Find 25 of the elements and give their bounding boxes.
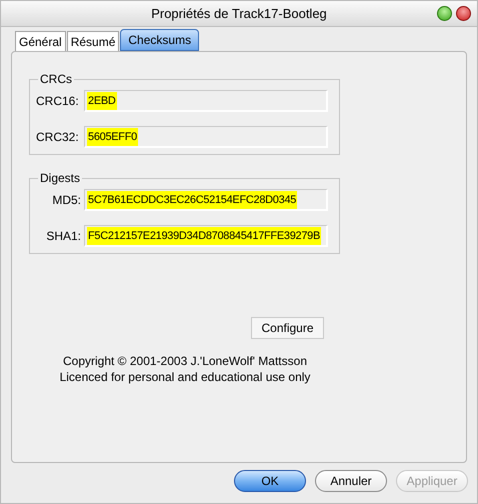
dialog-button[interactable]: Annuler	[315, 470, 387, 492]
configure-button[interactable]: Configure	[251, 317, 324, 339]
maximize-button[interactable]	[437, 6, 452, 21]
dialog-button[interactable]: OK	[234, 470, 306, 492]
checksum-field[interactable]: 5C7B61ECDDC3EC26C52154EFC28D0345	[84, 189, 328, 211]
group-title: CRCs	[39, 71, 73, 88]
copyright-text: Copyright © 2001-2003 J.'LoneWolf' Mattsson	[62, 353, 307, 369]
checksum-value: F5C212157E21939D34D8708845417FFE39279B	[87, 226, 322, 244]
checksum-value: 2EBD	[87, 92, 117, 110]
checksum-value: 5605EFF0	[87, 128, 138, 146]
tab[interactable]: Résumé	[66, 31, 120, 51]
field-label: SHA1:	[45, 228, 82, 245]
field-label: CRC16:	[36, 93, 80, 110]
tab[interactable]: Checksums	[120, 29, 200, 51]
checksum-value: 5C7B61ECDDC3EC26C52154EFC28D0345	[87, 190, 298, 208]
field-label: MD5:	[51, 192, 82, 209]
tab[interactable]: Général	[15, 31, 66, 51]
checksum-field[interactable]: 2EBD	[84, 90, 328, 112]
close-button[interactable]	[456, 6, 471, 21]
checksum-field[interactable]: 5605EFF0	[84, 126, 328, 148]
field-label: CRC32:	[36, 129, 80, 146]
copyright-text: Licenced for personal and educational use only	[60, 369, 310, 385]
group-title: Digests	[39, 170, 82, 187]
checksum-field[interactable]: F5C212157E21939D34D8708845417FFE39279B	[84, 225, 328, 247]
window-title: Propriétés de Track17-Bootleg	[151, 4, 327, 23]
